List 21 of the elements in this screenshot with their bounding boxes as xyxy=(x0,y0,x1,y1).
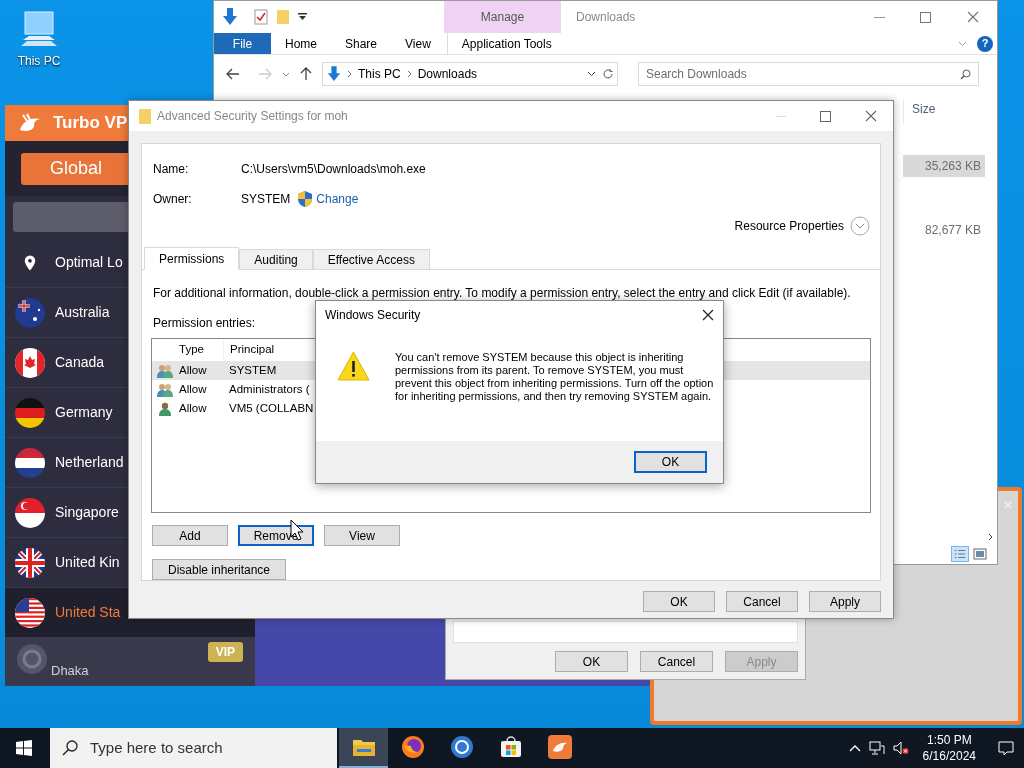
field-label: Owner: xyxy=(153,191,193,208)
info-text: For additional information, double-click a permission entry. To modify a permission entry, select the entry and click Edit (if available). xyxy=(152,285,852,302)
window-title: Advanced Security Settings for moh xyxy=(157,108,348,125)
context-tab-header: Manage xyxy=(444,1,561,33)
message-text: You can't remove SYSTEM because this object is inheriting permissions from its parent. To remove SYSTEM, you must prevent this object from inheriting permissions. Turn off the option for inheriting permissions, and then try removing SYSTEM again. xyxy=(395,351,715,404)
owner-value: SYSTEM xyxy=(241,191,291,208)
window-title: Downloads xyxy=(576,9,636,26)
table-cell-text: Allow xyxy=(178,362,208,378)
file-path: C:\Users\vm5\Downloads\moh.exe xyxy=(241,161,426,178)
table-cell-text: Administrators ( xyxy=(228,381,310,397)
vip-tag: VIP xyxy=(207,642,243,662)
dialog-title: Windows Security xyxy=(325,307,421,324)
file-size: 82,677 KB xyxy=(923,222,982,239)
table-cell-text: Allow xyxy=(178,400,208,416)
location-label: Dhaka xyxy=(51,661,89,680)
app-title: Turbo VP xyxy=(53,112,128,135)
table-cell-text: SYSTEM xyxy=(228,362,277,378)
section-label: Permission entries: xyxy=(153,315,256,332)
table-cell-text: VM5 (COLLABN xyxy=(228,400,314,416)
table-cell-text: Allow xyxy=(178,381,208,397)
file-size: 35,263 KB xyxy=(903,155,985,177)
